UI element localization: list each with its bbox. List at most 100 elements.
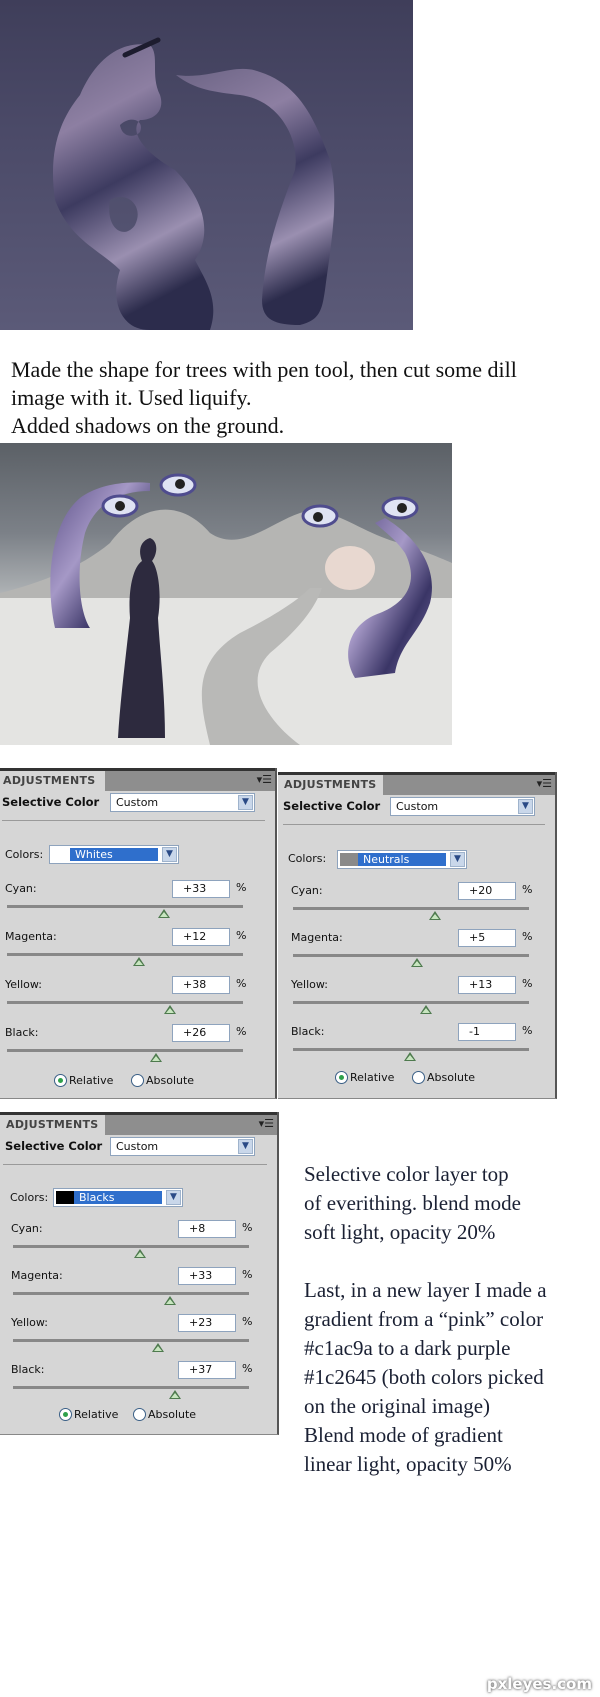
slider-track[interactable] <box>293 1048 529 1051</box>
radio-button-selected[interactable] <box>54 1074 67 1087</box>
radio-relative[interactable]: Relative <box>59 1408 118 1421</box>
percent-unit: % <box>522 977 533 990</box>
slider-value-input[interactable]: +8 <box>178 1220 236 1238</box>
divider <box>2 820 265 821</box>
divider <box>283 824 545 825</box>
tab-adjustments[interactable]: ADJUSTMENTS <box>0 771 105 791</box>
slider-track[interactable] <box>7 1001 243 1004</box>
slider-label: Cyan: <box>11 1222 43 1235</box>
slider-row-cyan: Cyan: +8 % <box>6 1220 261 1268</box>
panel-tab-bar: ADJUSTMENTS ▾☰ <box>0 1112 277 1135</box>
slider-row-yellow: Yellow: +23 % <box>6 1314 261 1362</box>
slider-value-input[interactable]: +23 <box>178 1314 236 1332</box>
slider-label: Cyan: <box>5 882 37 895</box>
slider-label: Magenta: <box>11 1269 63 1282</box>
slider-label: Black: <box>291 1025 325 1038</box>
scene-illustration <box>0 473 452 745</box>
caption-line: Added shadows on the ground. <box>11 413 285 438</box>
slider-track[interactable] <box>7 905 243 908</box>
preset-dropdown[interactable]: Custom ▼ <box>390 797 535 816</box>
radio-button[interactable] <box>412 1071 425 1084</box>
slider-row-yellow: Yellow: +13 % <box>286 976 541 1024</box>
radio-button-selected[interactable] <box>335 1071 348 1084</box>
percent-unit: % <box>236 929 247 942</box>
slider-value-input[interactable]: +20 <box>458 882 516 900</box>
colors-dropdown[interactable]: Neutrals ▼ <box>337 850 467 869</box>
slider-value-input[interactable]: +5 <box>458 929 516 947</box>
slider-label: Magenta: <box>291 931 343 944</box>
radio-relative[interactable]: Relative <box>54 1074 113 1087</box>
adjustments-panel-neutrals: ADJUSTMENTS ▾☰ Selective Color Custom ▼ … <box>278 772 557 1099</box>
chevron-down-icon[interactable]: ▼ <box>166 1190 181 1205</box>
preset-dropdown[interactable]: Custom ▼ <box>110 1137 255 1156</box>
tree-shape-left <box>53 44 214 330</box>
colors-value: Blacks <box>74 1191 162 1204</box>
slider-track[interactable] <box>293 907 529 910</box>
step-caption-1: Made the shape for trees with pen tool, … <box>11 356 591 440</box>
caption-line: linear light, opacity 50% <box>304 1452 512 1476</box>
tab-adjustments[interactable]: ADJUSTMENTS <box>278 775 383 795</box>
chevron-down-icon[interactable]: ▼ <box>162 847 177 862</box>
slider-value-input[interactable]: +13 <box>458 976 516 994</box>
step-image-scene <box>0 443 452 745</box>
panel-menu-icon[interactable]: ▾☰ <box>537 777 552 790</box>
adjustments-panel-whites: ADJUSTMENTS ▾☰ Selective Color Custom ▼ … <box>0 768 277 1099</box>
slider-track[interactable] <box>293 954 529 957</box>
slider-track[interactable] <box>7 953 243 956</box>
radio-absolute[interactable]: Absolute <box>412 1071 475 1084</box>
chevron-down-icon[interactable]: ▼ <box>238 1139 253 1154</box>
radio-absolute[interactable]: Absolute <box>131 1074 194 1087</box>
slider-row-black: Black: +37 % <box>6 1361 261 1409</box>
slider-row-cyan: Cyan: +33 % <box>0 880 255 928</box>
percent-unit: % <box>522 930 533 943</box>
panel-menu-icon[interactable]: ▾☰ <box>257 773 272 786</box>
chevron-down-icon[interactable]: ▼ <box>238 795 253 810</box>
slider-track[interactable] <box>13 1339 249 1342</box>
radio-label: Absolute <box>146 1074 195 1087</box>
preset-value: Custom <box>116 1140 159 1153</box>
radio-button-selected[interactable] <box>59 1408 72 1421</box>
radio-button[interactable] <box>131 1074 144 1087</box>
adjustments-panel-blacks: ADJUSTMENTS ▾☰ Selective Color Custom ▼ … <box>0 1112 279 1435</box>
caption-line: Selective color layer top <box>304 1162 509 1186</box>
radio-label: Relative <box>350 1071 395 1084</box>
slider-value-input[interactable]: -1 <box>458 1023 516 1041</box>
caption-line: of everithing. blend mode <box>304 1191 521 1215</box>
colors-dropdown[interactable]: Blacks ▼ <box>53 1188 183 1207</box>
caption-line: image with it. Used liquify. <box>11 385 252 410</box>
radio-button[interactable] <box>133 1408 146 1421</box>
chevron-down-icon[interactable]: ▼ <box>450 852 465 867</box>
chevron-down-icon[interactable]: ▼ <box>518 799 533 814</box>
slider-track[interactable] <box>293 1001 529 1004</box>
slider-track[interactable] <box>13 1245 249 1248</box>
radio-label: Absolute <box>427 1071 476 1084</box>
radio-label: Absolute <box>148 1408 197 1421</box>
slider-track[interactable] <box>13 1292 249 1295</box>
slider-track[interactable] <box>7 1049 243 1052</box>
slider-label: Cyan: <box>291 884 323 897</box>
slider-value-input[interactable]: +33 <box>172 880 230 898</box>
slider-row-magenta: Magenta: +5 % <box>286 929 541 977</box>
percent-unit: % <box>242 1221 253 1234</box>
tab-adjustments[interactable]: ADJUSTMENTS <box>0 1115 105 1135</box>
slider-value-input[interactable]: +38 <box>172 976 230 994</box>
slider-track[interactable] <box>13 1386 249 1389</box>
caption-line: Last, in a new layer I made a <box>304 1278 547 1302</box>
panel-menu-icon[interactable]: ▾☰ <box>259 1117 274 1130</box>
adjustment-title: Selective Color <box>2 795 100 809</box>
slider-value-input[interactable]: +12 <box>172 928 230 946</box>
slider-value-input[interactable]: +26 <box>172 1024 230 1042</box>
slider-value-input[interactable]: +33 <box>178 1267 236 1285</box>
slider-value-input[interactable]: +37 <box>178 1361 236 1379</box>
radio-absolute[interactable]: Absolute <box>133 1408 196 1421</box>
preset-dropdown[interactable]: Custom ▼ <box>110 793 255 812</box>
percent-unit: % <box>242 1362 253 1375</box>
percent-unit: % <box>522 883 533 896</box>
radio-label: Relative <box>74 1408 119 1421</box>
radio-relative[interactable]: Relative <box>335 1071 394 1084</box>
adjustment-title: Selective Color <box>5 1139 103 1153</box>
slider-label: Yellow: <box>291 978 328 991</box>
percent-unit: % <box>236 1025 247 1038</box>
percent-unit: % <box>242 1315 253 1328</box>
colors-dropdown[interactable]: Whites ▼ <box>49 845 179 864</box>
